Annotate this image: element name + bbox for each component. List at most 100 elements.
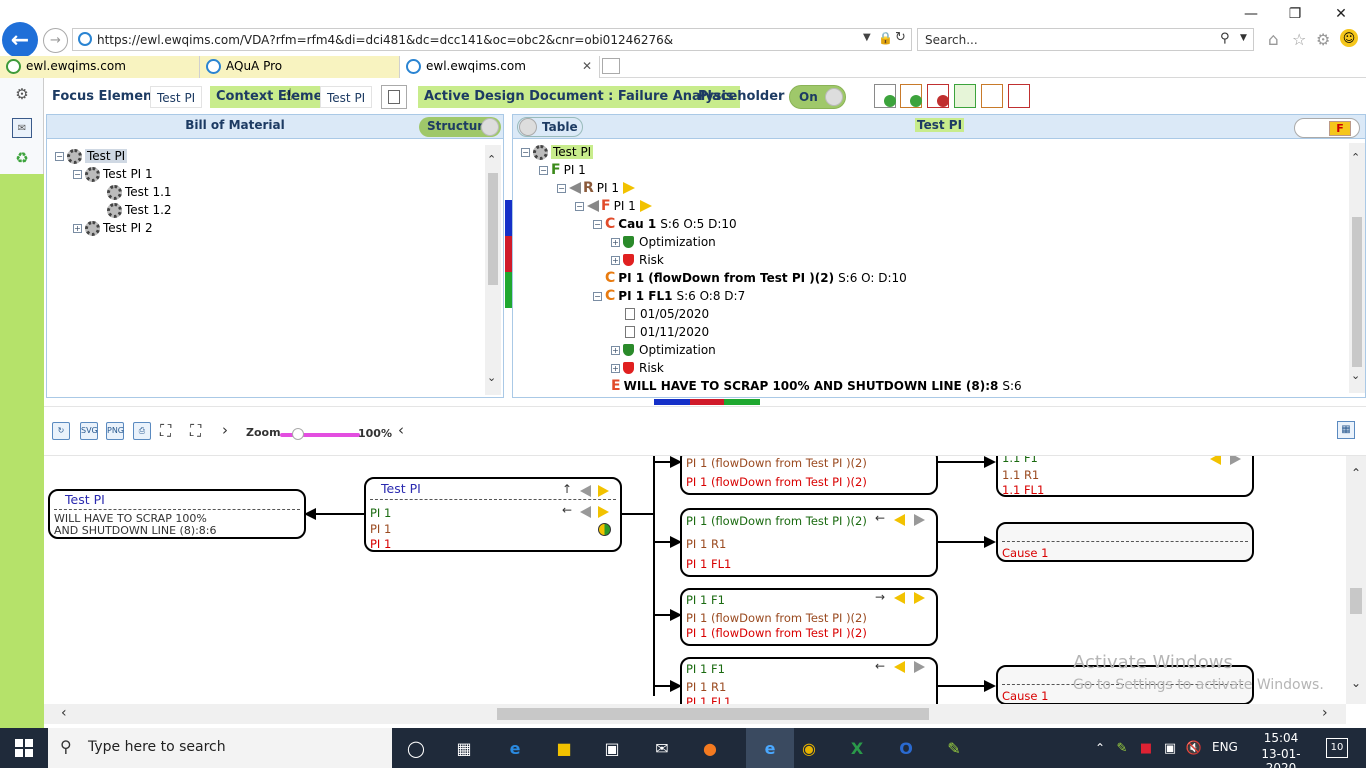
tree-item-test-pi-1[interactable]: − Test PI 1 xyxy=(73,165,153,183)
tree-item-test-1-2[interactable]: Test 1.2 xyxy=(107,201,172,219)
add-numbered-document-icon[interactable] xyxy=(927,84,949,108)
favorites-star-icon[interactable]: ☆ xyxy=(1292,30,1306,49)
network-icon[interactable]: ▣ xyxy=(1158,736,1182,760)
collapse-icon[interactable]: − xyxy=(593,291,602,301)
up-arrow-icon[interactable]: ↑ xyxy=(562,482,572,496)
bom-scrollbar[interactable]: ⌃ ⌄ xyxy=(485,145,501,395)
gear-icon[interactable]: ⚙ xyxy=(1316,30,1330,49)
tree-cause-1[interactable]: − C Cau 1 S:6 O:5 D:10 xyxy=(593,215,737,233)
failure-tree-scrollbar[interactable]: ⌃ ⌄ xyxy=(1349,143,1365,393)
system-clock[interactable]: 15:04 13-01-2020 xyxy=(1252,731,1310,768)
grid-view-icon[interactable]: ▦ xyxy=(1337,421,1355,439)
dropdown-icon[interactable]: ▼ xyxy=(1240,33,1247,43)
nav-right-icon[interactable] xyxy=(639,200,652,212)
chevron-right-icon[interactable]: › xyxy=(222,421,228,439)
cause-node-1[interactable]: 1.1 F1 1.1 R1 1.1 FL1 xyxy=(996,456,1254,497)
numbered-list-document-icon[interactable] xyxy=(1008,84,1030,108)
scroll-down-icon[interactable]: ⌄ xyxy=(1351,369,1360,382)
tree-date-2[interactable]: 01/11/2020 xyxy=(625,323,709,341)
structure-toggle[interactable]: Structure xyxy=(419,117,501,137)
collapse-icon[interactable]: − xyxy=(557,183,566,193)
collapse-icon[interactable]: − xyxy=(593,219,602,229)
chevron-left-icon[interactable]: ‹ xyxy=(398,421,404,439)
expand-icon[interactable]: + xyxy=(73,223,82,233)
tree-item-test-pi-2[interactable]: + Test PI 2 xyxy=(73,219,153,237)
collapse-icon[interactable]: − xyxy=(539,165,548,175)
tree-item-test-pi[interactable]: − Test PI xyxy=(55,147,128,165)
back-button[interactable]: ← xyxy=(2,22,38,58)
taskbar-search[interactable]: ⚲ Type here to search xyxy=(48,728,392,768)
png-export-icon[interactable]: PNG xyxy=(106,422,124,440)
add-document-icon[interactable] xyxy=(874,84,896,108)
close-tab-icon[interactable]: ✕ xyxy=(582,56,592,77)
nav-right-icon[interactable] xyxy=(914,514,925,526)
dropdown-icon[interactable]: ▼ xyxy=(863,32,871,43)
tree-risk[interactable]: + Risk xyxy=(611,251,664,269)
left-arrow-icon[interactable]: ← xyxy=(875,511,885,525)
diagram-vertical-scrollbar[interactable]: ⌃ ⌄ xyxy=(1346,456,1366,704)
print-icon[interactable]: ⎙ xyxy=(133,422,151,440)
show-hidden-icons[interactable]: ⌃ xyxy=(1088,736,1112,760)
edit-document-icon[interactable] xyxy=(381,85,407,109)
scroll-up-icon[interactable]: ⌃ xyxy=(1351,466,1361,480)
tray-app-icon[interactable]: ✎ xyxy=(1110,736,1134,760)
tray-app-icon-2[interactable]: ■ xyxy=(1134,736,1158,760)
add-list-document-icon[interactable] xyxy=(900,84,922,108)
scroll-thumb[interactable] xyxy=(1350,588,1362,614)
right-arrow-icon[interactable]: → xyxy=(875,590,885,604)
nav-left-icon[interactable] xyxy=(580,506,591,518)
expand-icon[interactable]: + xyxy=(611,255,620,265)
collapse-icon[interactable]: − xyxy=(73,169,82,179)
cortana-icon[interactable]: ◯ xyxy=(404,736,428,760)
tree-item-test-1-1[interactable]: Test 1.1 xyxy=(107,183,172,201)
zoom-slider-handle[interactable] xyxy=(292,428,304,440)
cause-node-2[interactable]: Cause 1 xyxy=(996,522,1254,562)
tree-risk-2[interactable]: + Risk xyxy=(611,359,664,377)
function-toggle[interactable]: F xyxy=(1294,118,1360,138)
tab-aqua-pro[interactable]: AQuA Pro xyxy=(200,56,400,78)
tree-flowdown[interactable]: C PI 1 (flowDown from Test PI )(2) S:6 O… xyxy=(605,269,907,287)
lock-icon[interactable]: 🔒 xyxy=(878,31,893,45)
tree-requirement[interactable]: − R PI 1 xyxy=(557,179,636,197)
tree-pi-1-fl1[interactable]: − C PI 1 FL1 S:6 O:8 D:7 xyxy=(593,287,745,305)
focus-element-node[interactable]: Test PI ↑ PI 1 ← PI 1 PI 1 xyxy=(364,477,622,552)
notification-center-icon[interactable]: 10 xyxy=(1326,738,1348,758)
nav-left-icon[interactable] xyxy=(894,592,905,604)
language-indicator[interactable]: ENG xyxy=(1212,740,1238,754)
nav-left-icon[interactable] xyxy=(580,485,591,497)
tree-optimization-2[interactable]: + Optimization xyxy=(611,341,716,359)
fullscreen-icon[interactable]: ⛶ xyxy=(190,421,201,441)
fit-screen-icon[interactable]: ⛶ xyxy=(160,421,171,441)
scroll-left-icon[interactable]: ‹ xyxy=(61,705,67,721)
settings-gear-icon[interactable]: ⚙ xyxy=(12,84,32,104)
nav-left-icon[interactable] xyxy=(894,514,905,526)
scroll-up-icon[interactable]: ⌃ xyxy=(1351,151,1360,164)
focus-element-value[interactable]: Test PI xyxy=(150,86,203,108)
nav-left-icon[interactable] xyxy=(587,200,599,212)
nav-right-icon[interactable] xyxy=(914,661,925,673)
collapse-icon[interactable]: − xyxy=(521,147,530,157)
splitter-color-bar[interactable] xyxy=(654,399,760,405)
list-document-icon[interactable] xyxy=(981,84,1003,108)
scroll-thumb[interactable] xyxy=(1352,217,1362,367)
failure-node-2[interactable]: PI 1 (flowDown from Test PI )(2) ← PI 1 … xyxy=(680,508,938,577)
refresh-icon[interactable]: ↻ xyxy=(895,30,906,45)
expand-icon[interactable]: + xyxy=(611,345,620,355)
table-toggle[interactable]: Table xyxy=(517,117,583,137)
nav-right-icon[interactable] xyxy=(1230,456,1241,465)
mail-icon[interactable]: ✉ xyxy=(650,736,674,760)
failure-node-4[interactable]: PI 1 F1 ← PI 1 R1 PI 1 FL1 xyxy=(680,657,938,704)
nav-right-icon[interactable] xyxy=(598,506,609,518)
expand-icon[interactable]: + xyxy=(611,237,620,247)
snipping-tool-icon[interactable]: ✎ xyxy=(942,736,966,760)
scroll-thumb[interactable] xyxy=(497,708,929,720)
tree-effect[interactable]: E WILL HAVE TO SCRAP 100% AND SHUTDOWN L… xyxy=(611,377,1022,395)
tab-ewl-1[interactable]: ewl.ewqims.com xyxy=(0,56,200,78)
nav-left-icon[interactable] xyxy=(569,182,581,194)
left-arrow-icon[interactable]: ← xyxy=(562,503,572,517)
recycle-icon[interactable]: ♻ xyxy=(12,148,32,168)
placeholder-toggle[interactable]: On xyxy=(789,85,846,109)
new-tab-button[interactable] xyxy=(602,58,620,74)
failure-node-1[interactable]: PI 1 (flowDown from Test PI )(2) PI 1 (f… xyxy=(680,456,938,495)
forward-button[interactable]: → xyxy=(43,28,68,53)
